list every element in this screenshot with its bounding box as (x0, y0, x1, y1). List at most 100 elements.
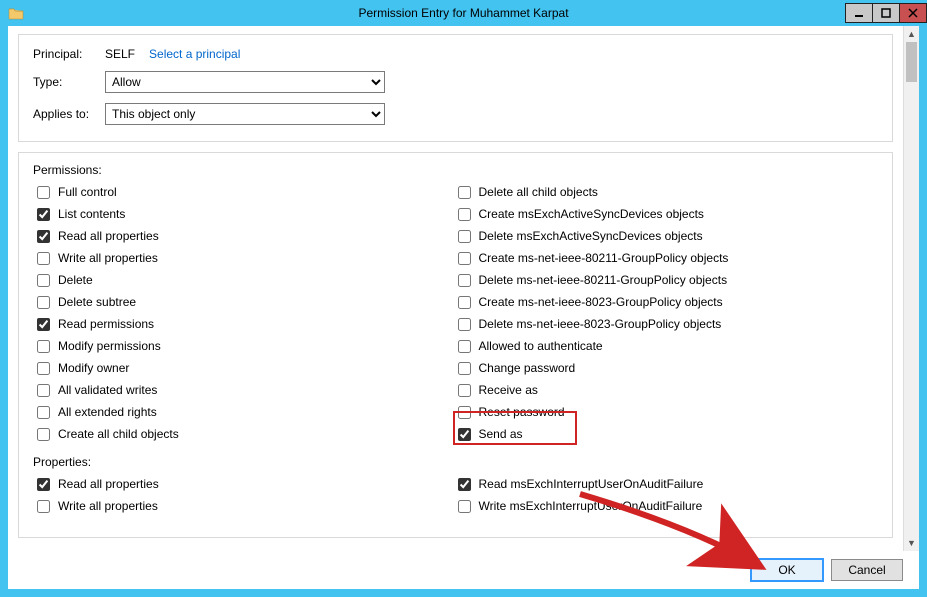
permission-label: Read all properties (58, 229, 159, 243)
permission-send-as[interactable]: Send as (458, 423, 879, 445)
permission-all-validated-writes[interactable]: All validated writes (37, 379, 458, 401)
close-button[interactable] (899, 3, 927, 23)
permission-checkbox-full-control[interactable] (37, 186, 50, 199)
permission-checkbox-send-as[interactable] (458, 428, 471, 441)
property-checkbox-read-msexchinterruptuseronauditfailure[interactable] (458, 478, 471, 491)
permission-full-control[interactable]: Full control (37, 181, 458, 203)
property-write-msexchinterruptuseronauditfailure[interactable]: Write msExchInterruptUserOnAuditFailure (458, 495, 879, 517)
principal-label: Principal: (33, 47, 105, 61)
scroll-down-button[interactable]: ▼ (904, 535, 919, 551)
select-principal-link[interactable]: Select a principal (149, 47, 240, 61)
permission-checkbox-read-all-properties[interactable] (37, 230, 50, 243)
permission-checkbox-create-ms-net-ieee-80211-grouppolicy-objects[interactable] (458, 252, 471, 265)
permission-label: List contents (58, 207, 125, 221)
permission-create-msexchactivesyncdevices-objects[interactable]: Create msExchActiveSyncDevices objects (458, 203, 879, 225)
permission-read-permissions[interactable]: Read permissions (37, 313, 458, 335)
permission-label: All extended rights (58, 405, 157, 419)
permission-checkbox-write-all-properties[interactable] (37, 252, 50, 265)
folder-icon (4, 1, 28, 25)
permission-receive-as[interactable]: Receive as (458, 379, 879, 401)
permission-delete-msexchactivesyncdevices-objects[interactable]: Delete msExchActiveSyncDevices objects (458, 225, 879, 247)
permission-checkbox-delete-all-child-objects[interactable] (458, 186, 471, 199)
permission-list-contents[interactable]: List contents (37, 203, 458, 225)
permission-label: Delete ms-net-ieee-80211-GroupPolicy obj… (479, 273, 728, 287)
property-checkbox-read-all-properties[interactable] (37, 478, 50, 491)
permission-checkbox-all-validated-writes[interactable] (37, 384, 50, 397)
ok-button[interactable]: OK (751, 559, 823, 581)
permission-create-ms-net-ieee-80211-grouppolicy-objects[interactable]: Create ms-net-ieee-80211-GroupPolicy obj… (458, 247, 879, 269)
permission-label: Change password (479, 361, 576, 375)
permission-label: Modify permissions (58, 339, 161, 353)
permission-modify-owner[interactable]: Modify owner (37, 357, 458, 379)
permission-change-password[interactable]: Change password (458, 357, 879, 379)
vertical-scrollbar[interactable]: ▲ ▼ (903, 26, 919, 551)
permission-delete[interactable]: Delete (37, 269, 458, 291)
permission-label: Receive as (479, 383, 538, 397)
permission-checkbox-create-msexchactivesyncdevices-objects[interactable] (458, 208, 471, 221)
property-checkbox-write-msexchinterruptuseronauditfailure[interactable] (458, 500, 471, 513)
permission-create-ms-net-ieee-8023-grouppolicy-objects[interactable]: Create ms-net-ieee-8023-GroupPolicy obje… (458, 291, 879, 313)
permission-checkbox-delete[interactable] (37, 274, 50, 287)
permission-delete-subtree[interactable]: Delete subtree (37, 291, 458, 313)
maximize-button[interactable] (872, 3, 900, 23)
permission-delete-ms-net-ieee-80211-grouppolicy-objects[interactable]: Delete ms-net-ieee-80211-GroupPolicy obj… (458, 269, 879, 291)
permission-label: Write all properties (58, 251, 158, 265)
window-title: Permission Entry for Muhammet Karpat (0, 6, 927, 20)
permission-modify-permissions[interactable]: Modify permissions (37, 335, 458, 357)
permissions-panel: Permissions: Full control List contents Re… (18, 152, 893, 538)
permission-reset-password[interactable]: Reset password (458, 401, 879, 423)
permission-checkbox-change-password[interactable] (458, 362, 471, 375)
minimize-button[interactable] (845, 3, 873, 23)
scroll-track[interactable] (904, 42, 919, 535)
permission-checkbox-delete-ms-net-ieee-80211-grouppolicy-objects[interactable] (458, 274, 471, 287)
permission-checkbox-all-extended-rights[interactable] (37, 406, 50, 419)
permission-delete-ms-net-ieee-8023-grouppolicy-objects[interactable]: Delete ms-net-ieee-8023-GroupPolicy obje… (458, 313, 879, 335)
property-read-all-properties[interactable]: Read all properties (37, 473, 458, 495)
permission-checkbox-list-contents[interactable] (37, 208, 50, 221)
permission-label: Read permissions (58, 317, 154, 331)
permission-label: Allowed to authenticate (479, 339, 603, 353)
applies-select[interactable]: This object only (105, 103, 385, 125)
permission-checkbox-read-permissions[interactable] (37, 318, 50, 331)
permission-checkbox-modify-permissions[interactable] (37, 340, 50, 353)
permission-checkbox-delete-subtree[interactable] (37, 296, 50, 309)
principal-row: Principal: SELF Select a principal (33, 47, 878, 61)
permission-allowed-to-authenticate[interactable]: Allowed to authenticate (458, 335, 879, 357)
permission-write-all-properties[interactable]: Write all properties (37, 247, 458, 269)
permission-label: Create all child objects (58, 427, 179, 441)
permission-delete-all-child-objects[interactable]: Delete all child objects (458, 181, 879, 203)
properties-right-column: Read msExchInterruptUserOnAuditFailure Wr… (458, 473, 879, 517)
permission-label: Delete subtree (58, 295, 136, 309)
properties-grid: Read all propertiesWrite all properties … (37, 473, 878, 517)
permission-checkbox-receive-as[interactable] (458, 384, 471, 397)
permission-checkbox-create-ms-net-ieee-8023-grouppolicy-objects[interactable] (458, 296, 471, 309)
properties-left-column: Read all properties Write all properties (37, 473, 458, 517)
permission-all-extended-rights[interactable]: All extended rights (37, 401, 458, 423)
scroll-thumb[interactable] (906, 42, 917, 82)
permission-label: All validated writes (58, 383, 157, 397)
property-checkbox-write-all-properties[interactable] (37, 500, 50, 513)
principal-value: SELF (105, 47, 135, 61)
type-select[interactable]: Allow (105, 71, 385, 93)
property-label: Write all properties (58, 499, 158, 513)
property-label: Write msExchInterruptUserOnAuditFailure (479, 499, 703, 513)
permission-checkbox-delete-msexchactivesyncdevices-objects[interactable] (458, 230, 471, 243)
permission-checkbox-modify-owner[interactable] (37, 362, 50, 375)
permission-checkbox-reset-password[interactable] (458, 406, 471, 419)
permissions-header: Permissions: (33, 163, 878, 177)
title-bar: Permission Entry for Muhammet Karpat (0, 0, 927, 26)
scroll-up-button[interactable]: ▲ (904, 26, 919, 42)
permission-read-all-properties[interactable]: Read all properties (37, 225, 458, 247)
permission-label: Create ms-net-ieee-80211-GroupPolicy obj… (479, 251, 729, 265)
property-read-msexchinterruptuseronauditfailure[interactable]: Read msExchInterruptUserOnAuditFailure (458, 473, 879, 495)
property-write-all-properties[interactable]: Write all properties (37, 495, 458, 517)
permission-checkbox-allowed-to-authenticate[interactable] (458, 340, 471, 353)
permission-create-all-child-objects[interactable]: Create all child objects (37, 423, 458, 445)
applies-row: Applies to: This object only (33, 103, 878, 125)
cancel-button[interactable]: Cancel (831, 559, 903, 581)
permission-checkbox-create-all-child-objects[interactable] (37, 428, 50, 441)
window-controls (846, 3, 927, 23)
property-label: Read msExchInterruptUserOnAuditFailure (479, 477, 704, 491)
permission-label: Modify owner (58, 361, 129, 375)
permission-checkbox-delete-ms-net-ieee-8023-grouppolicy-objects[interactable] (458, 318, 471, 331)
